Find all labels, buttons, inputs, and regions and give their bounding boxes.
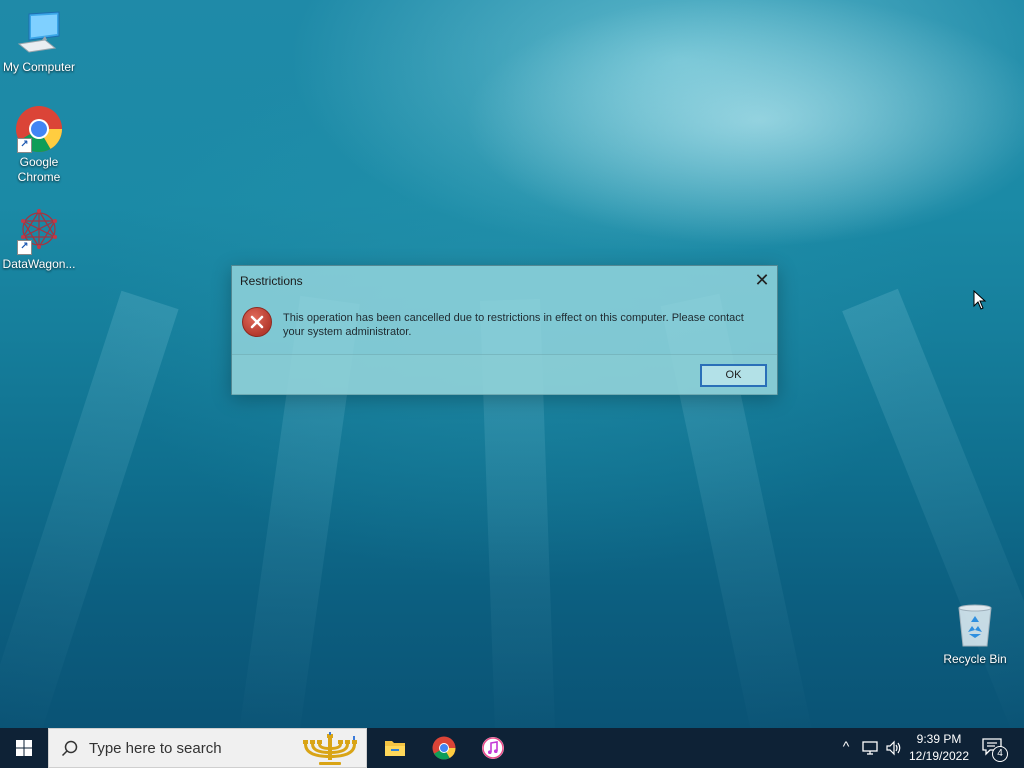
network-icon[interactable] xyxy=(862,740,880,756)
recycle-bin-icon xyxy=(951,602,999,650)
error-icon xyxy=(242,307,272,337)
tray-overflow-chevron-icon[interactable]: ^ xyxy=(838,738,854,754)
desktop-icon-label: My Computer xyxy=(2,60,76,74)
windows-logo-icon xyxy=(16,740,32,756)
desktop: My Computer ↗ Google Chrome ↗ DataWagon.… xyxy=(0,0,1024,728)
action-center-button[interactable]: 4 xyxy=(982,738,1008,762)
start-button[interactable] xyxy=(0,728,48,768)
dialog-titlebar[interactable]: Restrictions ✕ xyxy=(232,266,777,294)
menorah-icon xyxy=(303,732,357,765)
close-button[interactable]: ✕ xyxy=(747,266,777,294)
desktop-icon-recycle-bin[interactable]: Recycle Bin xyxy=(936,602,1014,667)
desktop-icon-label: DataWagon... xyxy=(2,257,76,271)
datawagon-icon: ↗ xyxy=(15,207,63,255)
restrictions-dialog: Restrictions ✕ This operation has been c… xyxy=(231,265,778,395)
desktop-icon-label: Recycle Bin xyxy=(943,652,1007,666)
desktop-icon-label: Google Chrome xyxy=(17,155,61,184)
mouse-cursor-icon xyxy=(973,289,987,315)
shortcut-arrow-icon: ↗ xyxy=(17,240,32,255)
notification-count-badge: 4 xyxy=(992,746,1008,762)
taskbar-app-itunes[interactable] xyxy=(469,728,517,768)
light-ray xyxy=(0,290,179,728)
taskbar: Type here to search ^ 9:39 PM 12/19/2022… xyxy=(0,728,1024,768)
search-box[interactable]: Type here to search xyxy=(48,728,367,768)
chrome-icon: ↗ xyxy=(15,105,63,153)
search-placeholder: Type here to search xyxy=(89,740,222,757)
desktop-icon-my-computer[interactable]: My Computer xyxy=(0,10,78,75)
dialog-footer: OK xyxy=(232,354,777,395)
search-icon xyxy=(61,740,78,757)
clock-date[interactable]: 12/19/2022 xyxy=(906,749,972,763)
computer-icon xyxy=(15,10,63,58)
volume-icon[interactable] xyxy=(885,740,903,756)
dialog-message: This operation has been cancelled due to… xyxy=(283,312,744,338)
dialog-body: This operation has been cancelled due to… xyxy=(232,294,777,354)
desktop-icon-google-chrome[interactable]: ↗ Google Chrome xyxy=(0,105,78,185)
shortcut-arrow-icon: ↗ xyxy=(17,138,32,153)
file-explorer-icon xyxy=(385,741,405,756)
itunes-icon xyxy=(482,737,504,759)
clock-time[interactable]: 9:39 PM xyxy=(906,732,972,746)
dialog-title: Restrictions xyxy=(240,274,303,288)
ok-button[interactable]: OK xyxy=(700,364,767,387)
taskbar-app-google-chrome[interactable] xyxy=(420,728,468,768)
taskbar-app-file-explorer[interactable] xyxy=(371,728,419,768)
chrome-icon xyxy=(432,736,456,760)
desktop-icon-datawagon[interactable]: ↗ DataWagon... xyxy=(0,207,78,272)
